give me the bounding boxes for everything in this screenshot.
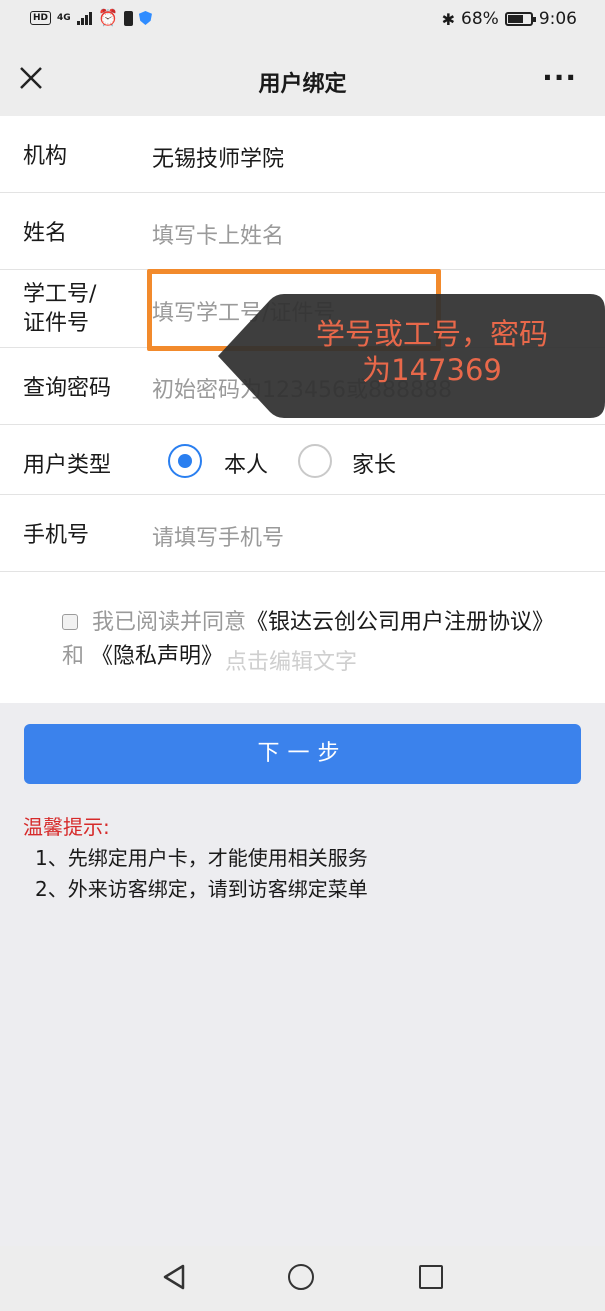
network-type: 4G [57,12,71,23]
agreement-link[interactable]: 《银达云创公司用户注册协议》 [246,610,554,635]
alarm-icon: ⏰ [98,8,118,27]
user-type-label: 用户类型 [23,453,112,478]
password-label: 查询密码 [23,376,112,401]
phone-icon [123,10,133,26]
signal-icon [77,11,93,25]
battery-icon [504,12,536,26]
phone-input[interactable]: 请填写手机号 [152,520,284,552]
id-label-line1: 学工号/ [23,282,97,307]
system-nav-bar [0,1246,605,1311]
name-input[interactable]: 填写卡上姓名 [152,218,284,250]
org-label: 机构 [23,144,68,169]
agreement-and: 和 [62,644,85,669]
annotation-text: 学号或工号，密码 为147369 [282,316,582,388]
watermark-text: 点击编辑文字 [225,650,358,675]
next-step-button[interactable]: 下一步 [24,724,581,784]
phone-label: 手机号 [23,523,90,548]
more-icon[interactable]: ··· [542,64,577,92]
status-right: ✱ 68% 9:06 [442,9,577,29]
annotation-line2: 为147369 [362,353,502,387]
name-row: 姓名 填写卡上姓名 [0,193,605,270]
tip-item: 2、外来访客绑定，请到访客绑定菜单 [35,877,368,901]
radio-self[interactable] [168,444,202,478]
clock: 9:06 [538,9,577,29]
hd-icon: HD [30,11,52,25]
agreement-prefix: 我已阅读并同意 [92,610,247,635]
shield-icon [138,11,152,25]
privacy-link[interactable]: 《隐私声明》 [91,644,223,669]
user-type-row: 用户类型 本人 家长 [0,425,605,495]
status-left: HD 4G ⏰ [30,10,152,26]
radio-self-label[interactable]: 本人 [224,447,268,479]
tips-title: 温馨提示: [23,815,110,839]
org-row[interactable]: 机构 无锡技师学院 [0,116,605,193]
id-label-line2: 证件号 [23,311,90,336]
battery-percent: 68% [461,9,499,29]
radio-parent-label[interactable]: 家长 [352,447,396,479]
nav-bar: 用户绑定 ··· [0,42,605,116]
back-icon[interactable] [161,1263,187,1291]
phone-row: 手机号 请填写手机号 [0,495,605,572]
home-icon[interactable] [288,1264,314,1290]
battery-level [507,15,523,23]
name-label: 姓名 [23,221,68,246]
agreement-section: 我已阅读并同意《银达云创公司用户注册协议》 和 《隐私声明》 点击编辑文字 [0,572,605,703]
tip-item: 1、先绑定用户卡，才能使用相关服务 [35,846,368,870]
radio-parent[interactable] [298,444,332,478]
status-bar: HD 4G ⏰ ✱ 68% 9:06 [0,0,605,42]
bluetooth-icon: ✱ [441,9,456,29]
recent-apps-icon[interactable] [419,1265,443,1289]
id-label: 学工号/证件号 [23,280,96,338]
org-value[interactable]: 无锡技师学院 [152,141,284,173]
annotation-line1: 学号或工号，密码 [315,317,548,351]
page-title: 用户绑定 [258,72,347,97]
